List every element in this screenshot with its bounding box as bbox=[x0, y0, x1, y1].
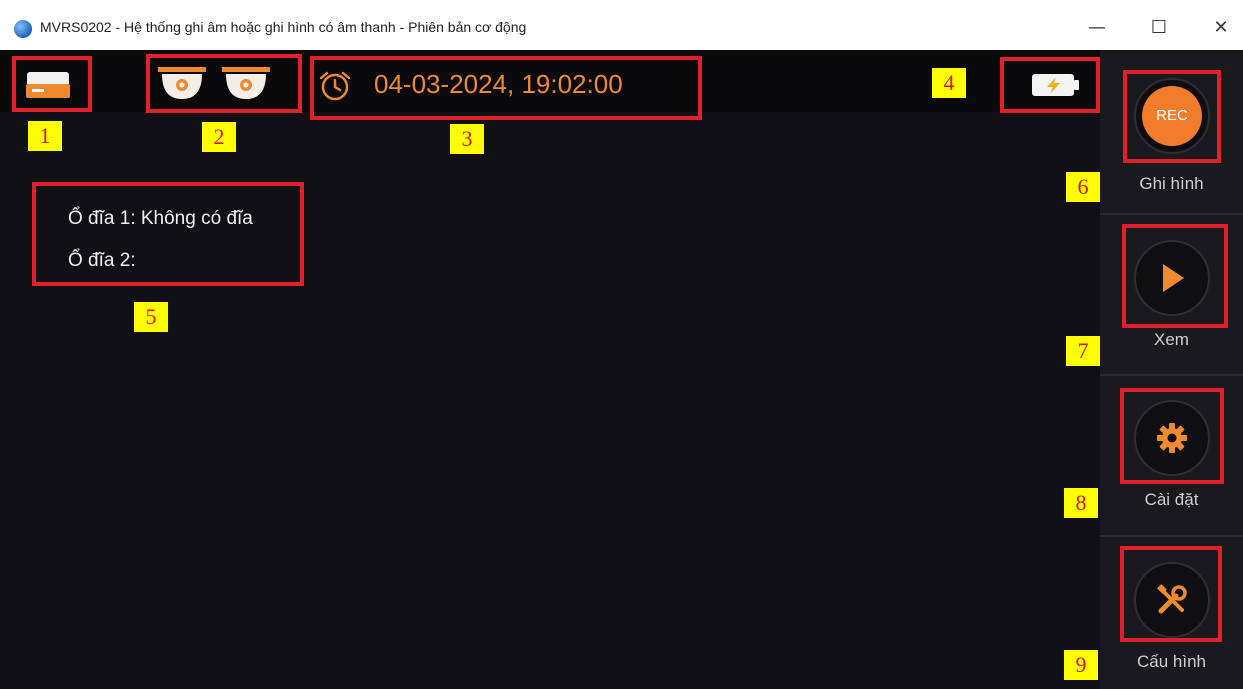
record-label: Ghi hình bbox=[1139, 174, 1204, 193]
sidebar-divider bbox=[1100, 535, 1243, 537]
highlight-box bbox=[1122, 224, 1228, 328]
minimize-button[interactable]: — bbox=[1082, 14, 1112, 42]
annotation-label-5: 5 bbox=[134, 302, 168, 332]
highlight-box bbox=[1120, 388, 1224, 484]
highlight-box bbox=[146, 54, 302, 113]
window-titlebar: MVRS0202 - Hệ thống ghi âm hoặc ghi hình… bbox=[0, 0, 1243, 50]
annotation-label-7: 7 bbox=[1066, 336, 1100, 366]
maximize-button[interactable]: ☐ bbox=[1144, 14, 1174, 42]
sidebar-divider bbox=[1100, 374, 1243, 376]
annotation-label-4: 4 bbox=[932, 68, 966, 98]
sidebar-divider bbox=[1100, 213, 1243, 215]
highlight-box bbox=[12, 56, 92, 112]
close-button[interactable]: ✕ bbox=[1206, 14, 1236, 42]
config-label: Cấu hình bbox=[1137, 652, 1206, 671]
app-logo-icon bbox=[14, 20, 32, 38]
annotation-label-3: 3 bbox=[450, 124, 484, 154]
annotation-label-8: 8 bbox=[1064, 488, 1098, 518]
highlight-box bbox=[1120, 546, 1222, 642]
highlight-box bbox=[310, 56, 702, 120]
highlight-box bbox=[32, 182, 304, 286]
annotation-label-1: 1 bbox=[28, 121, 62, 151]
window-title: MVRS0202 - Hệ thống ghi âm hoặc ghi hình… bbox=[40, 19, 527, 35]
annotation-label-9: 9 bbox=[1064, 650, 1098, 680]
highlight-box bbox=[1123, 70, 1221, 163]
highlight-box bbox=[1000, 57, 1100, 113]
settings-label: Cài đặt bbox=[1144, 490, 1199, 509]
view-label: Xem bbox=[1154, 330, 1189, 349]
annotation-label-6: 6 bbox=[1066, 172, 1100, 202]
annotation-label-2: 2 bbox=[202, 122, 236, 152]
main-panel bbox=[0, 50, 1100, 689]
